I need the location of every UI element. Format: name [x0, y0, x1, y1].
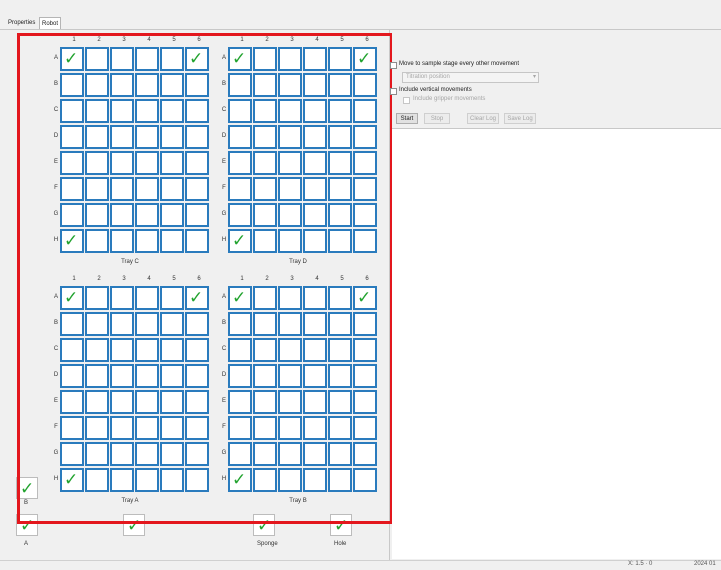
move-label: Move to sample stage every other movemen… — [399, 61, 520, 67]
gripper-label: Include gripper movements — [413, 96, 486, 102]
log-area[interactable] — [392, 128, 721, 559]
position-value: Titration position — [406, 74, 450, 80]
well-label: Hole — [334, 541, 347, 547]
stop-button[interactable]: Stop — [424, 113, 450, 124]
well-label: A — [24, 541, 29, 547]
controls-area: Move to sample stage every other movemen… — [390, 30, 721, 128]
status-left: X: 1.5 · 0 — [628, 561, 653, 567]
move-checkbox[interactable] — [390, 62, 397, 69]
tab-properties[interactable]: Properties — [6, 17, 37, 29]
vertical-label: Include vertical movements — [399, 87, 472, 93]
control-panel: Move to sample stage every other movemen… — [390, 30, 721, 560]
gripper-checkbox[interactable] — [403, 97, 410, 104]
chevron-down-icon: ▾ — [532, 74, 536, 80]
tab-bar: Properties Robot — [0, 0, 721, 30]
save-log-button[interactable]: Save Log — [504, 113, 536, 124]
highlight-frame — [17, 33, 393, 524]
start-button[interactable]: Start — [396, 113, 418, 124]
well-label: Sponge — [257, 541, 278, 547]
clear-log-button[interactable]: Clear Log — [467, 113, 499, 124]
vertical-checkbox[interactable] — [390, 88, 397, 95]
status-right: 2024 01 — [694, 561, 716, 567]
position-select[interactable]: Titration position ▾ — [402, 72, 539, 83]
